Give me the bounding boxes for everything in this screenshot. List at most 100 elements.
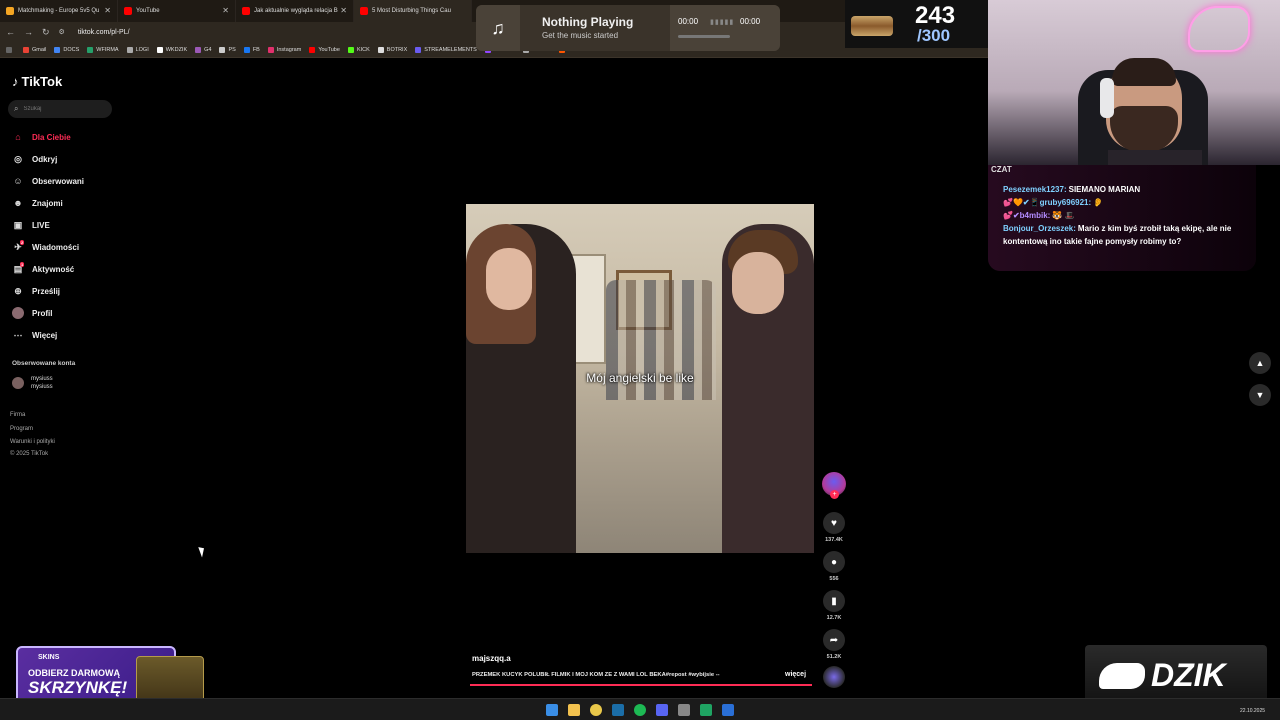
sidebar-item-upload[interactable]: ⊕ Prześlij xyxy=(0,280,130,302)
back-icon[interactable]: ← xyxy=(6,27,15,37)
sidebar-item-explore[interactable]: ◎ Odkryj xyxy=(0,148,130,170)
share-action[interactable]: ➦ 51.2K xyxy=(822,629,846,660)
bookmark-label: STREAMELEMENTS xyxy=(424,46,477,53)
taskbar-date: 22.10.2025 xyxy=(1240,708,1266,714)
comment-icon[interactable]: ● xyxy=(823,551,845,573)
file-explorer-icon[interactable] xyxy=(568,704,580,716)
app-icon[interactable] xyxy=(700,704,712,716)
footer-link-program[interactable]: Program xyxy=(10,426,33,432)
tiktok-note-icon: ♪ xyxy=(12,74,19,89)
video-caption: Mój angielski be like xyxy=(586,371,694,385)
sidebar-item-more[interactable]: ⋯ Więcej xyxy=(0,324,130,346)
bookmark[interactable]: WKDZIK xyxy=(156,46,187,53)
video-player[interactable]: Mój angielski be like xyxy=(466,204,814,553)
windows-start-icon[interactable] xyxy=(546,704,558,716)
logo-text: TikTok xyxy=(21,74,63,89)
bookmark-label: Instagram xyxy=(276,46,302,53)
chrome-icon[interactable] xyxy=(590,704,602,716)
tab-favicon-icon xyxy=(6,7,14,15)
sponsor-text: DZIK xyxy=(1151,657,1226,693)
browser-tab[interactable]: Jak aktualnie wygląda relacja B ✕ xyxy=(236,0,354,22)
bookmark[interactable]: PS xyxy=(219,46,236,53)
url-field[interactable]: tiktok.com/pl-PL/ xyxy=(78,29,130,36)
apps-icon[interactable] xyxy=(6,46,15,53)
creator-avatar[interactable]: + xyxy=(822,472,846,499)
footer-link-company[interactable]: Firma xyxy=(10,412,25,418)
site-info-icon[interactable]: ⚙ xyxy=(59,28,65,36)
bookmark[interactable]: STREAMELEMENTS xyxy=(415,46,477,53)
footer-link-terms[interactable]: Warunki i polityki xyxy=(10,439,55,445)
sidebar-item-profile[interactable]: Profil xyxy=(0,302,130,324)
sidebar-item-messages[interactable]: ✈ 2 Wiadomości xyxy=(0,236,130,258)
sidebar-item-friends[interactable]: ☻ Znajomi xyxy=(0,192,130,214)
close-icon[interactable]: ✕ xyxy=(222,6,229,15)
bookmark[interactable]: YouTube xyxy=(309,46,340,53)
discord-icon[interactable] xyxy=(656,704,668,716)
sidebar-item-following[interactable]: ☺ Obserwowani xyxy=(0,170,130,192)
search-input[interactable] xyxy=(23,106,94,112)
close-icon[interactable]: ✕ xyxy=(340,6,347,15)
docs-icon xyxy=(54,46,61,53)
steam-icon[interactable] xyxy=(612,704,624,716)
counter-max: /300 xyxy=(917,26,951,45)
streamer-shirt xyxy=(1108,150,1202,165)
comment-action[interactable]: ● 556 xyxy=(822,551,846,582)
sidebar-item-activity[interactable]: ▤ 1 Aktywność xyxy=(0,258,130,280)
chat-message: Pesezemek1237: SIEMANO MARIAN xyxy=(1003,183,1238,196)
bookmark[interactable]: G4 xyxy=(195,46,211,53)
chat-username: 💕🧡✔📱gruby696921: xyxy=(1003,198,1092,207)
current-time: 00:00 xyxy=(678,17,699,26)
chevron-up-icon[interactable]: ▲ xyxy=(1249,352,1271,374)
share-count: 51.2K xyxy=(826,654,842,660)
like-action[interactable]: ♥ 137.4K xyxy=(822,512,846,543)
sidebar-item-label: LIVE xyxy=(32,220,50,230)
sound-disc-icon[interactable] xyxy=(823,666,845,688)
reload-icon[interactable]: ↻ xyxy=(42,27,50,38)
bookmark[interactable]: LOGI xyxy=(126,46,149,53)
chat-message: 💕✔b4mbik: 🐯 🎩 xyxy=(1003,209,1238,222)
bookmark[interactable]: FB xyxy=(243,46,260,53)
share-icon[interactable]: ➦ xyxy=(823,629,845,651)
streamer-hair xyxy=(1112,58,1176,86)
bookmark[interactable]: DOCS xyxy=(54,46,79,53)
close-icon[interactable]: ✕ xyxy=(104,6,111,15)
follow-plus-icon[interactable]: + xyxy=(830,490,839,499)
video-author[interactable]: majszqq.a xyxy=(472,654,511,663)
home-icon: ⌂ xyxy=(15,132,21,142)
settings-icon[interactable] xyxy=(678,704,690,716)
bookmark[interactable]: BOTRIX xyxy=(377,46,407,53)
tiktok-logo[interactable]: ♪ TikTok xyxy=(12,74,62,89)
sidebar-item-label: Aktywność xyxy=(32,264,75,274)
more-button[interactable]: więcej xyxy=(785,671,806,678)
bookmark[interactable]: WFIRMA xyxy=(87,46,119,53)
bookmark[interactable]: Instagram xyxy=(267,46,302,53)
video-progress-bar[interactable] xyxy=(470,684,812,686)
browser-tab[interactable]: 5 Most Disturbing Things Cau xyxy=(354,0,472,22)
app-icon[interactable] xyxy=(722,704,734,716)
chevron-down-icon[interactable]: ▼ xyxy=(1249,384,1271,406)
browser-tab[interactable]: YouTube ✕ xyxy=(118,0,236,22)
upload-icon: ⊕ xyxy=(14,285,22,296)
bookmark[interactable]: KICK xyxy=(347,46,370,53)
search-box: ⌕ xyxy=(8,100,112,118)
chat-text: SIEMANO MARIAN xyxy=(1068,185,1141,194)
goal-counter: 243 /300 xyxy=(845,0,988,48)
bookmark[interactable]: Gmail xyxy=(23,46,47,53)
sidebar-item-live[interactable]: ▣ LIVE xyxy=(0,214,130,236)
forward-icon[interactable]: → xyxy=(24,27,33,37)
save-action[interactable]: ▮ 12.7K xyxy=(822,590,846,621)
bookmark-label: YouTube xyxy=(318,46,340,53)
now-playing-title: Nothing Playing xyxy=(542,15,634,29)
taskbar: 22.10.2025 xyxy=(0,698,1280,720)
bookmark-icon[interactable]: ▮ xyxy=(823,590,845,612)
bookmark-label: Gmail xyxy=(32,46,47,53)
followed-account[interactable]: mysiuss mysiuss xyxy=(12,375,53,391)
sidebar-item-for-you[interactable]: ⌂ Dla Ciebie xyxy=(0,126,130,148)
like-count: 137.4K xyxy=(825,537,843,543)
browser-tab[interactable]: Matchmaking - Europe 5v5 Qu ✕ xyxy=(0,0,118,22)
tab-title: Matchmaking - Europe 5v5 Qu xyxy=(18,8,100,14)
heart-icon[interactable]: ♥ xyxy=(823,512,845,534)
chat-message: 💕🧡✔📱gruby696921: 👂 xyxy=(1003,196,1238,209)
friends-icon: ☻ xyxy=(13,198,23,208)
spotify-icon[interactable] xyxy=(634,704,646,716)
